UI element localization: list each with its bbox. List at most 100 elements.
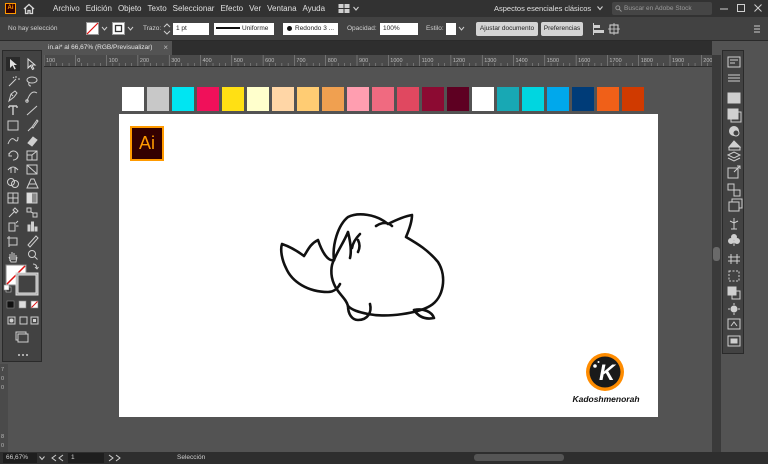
- magic-wand-tool-icon[interactable]: [8, 76, 20, 87]
- palette-swatch[interactable]: [522, 87, 544, 111]
- slice-tool-icon[interactable]: [27, 235, 39, 248]
- zoom-field[interactable]: 66,67%: [3, 453, 37, 463]
- fill-color-icon[interactable]: [86, 22, 99, 35]
- palette-swatch[interactable]: [147, 87, 169, 111]
- arrange-documents-icon[interactable]: [337, 2, 351, 15]
- menu-ventana[interactable]: Ventana: [267, 0, 301, 17]
- selection-tool-icon[interactable]: [6, 57, 20, 71]
- stepper-icon[interactable]: [162, 22, 172, 36]
- gradient-tool-icon[interactable]: [26, 192, 38, 204]
- edit-toolbar-icon[interactable]: [18, 354, 28, 356]
- swap-fill-stroke-icon[interactable]: [32, 263, 39, 270]
- palette-swatch[interactable]: [572, 87, 594, 111]
- palette-swatch[interactable]: [547, 87, 569, 111]
- palette-swatch[interactable]: [297, 87, 319, 111]
- palette-swatch[interactable]: [272, 87, 294, 111]
- export-panel-icon[interactable]: [727, 165, 741, 179]
- width-tool-icon[interactable]: [7, 166, 19, 173]
- pen-tool-icon[interactable]: [8, 90, 18, 103]
- scale-tool-icon[interactable]: [26, 150, 38, 161]
- type-tool-icon[interactable]: [8, 105, 18, 115]
- stroke-weight-field[interactable]: 1 pt: [173, 23, 209, 35]
- hand-tool-icon[interactable]: [8, 252, 18, 263]
- stroke-color-icon[interactable]: [112, 22, 125, 35]
- artboard-number-field[interactable]: 1: [68, 453, 104, 463]
- transform-panel-icon[interactable]: [607, 22, 621, 36]
- default-fill-stroke-icon[interactable]: [3, 284, 12, 293]
- swatches-panel-icon[interactable]: [727, 108, 742, 123]
- rotate-tool-icon[interactable]: [8, 150, 19, 161]
- menu-archivo[interactable]: Archivo: [53, 0, 85, 17]
- align-panel-icon[interactable]: [592, 22, 606, 36]
- workspace-switcher[interactable]: Aspectos esenciales clásicos: [494, 2, 592, 15]
- shaper-tool-icon[interactable]: [7, 136, 19, 145]
- artboard-navigation-prev-icon[interactable]: [50, 454, 66, 462]
- artboard-tool-icon[interactable]: [7, 236, 18, 247]
- cat-sketch-drawing[interactable]: [278, 210, 448, 330]
- stroke-profile-select[interactable]: Uniforme: [214, 23, 274, 35]
- menu-ver[interactable]: Ver: [249, 0, 266, 17]
- rectangle-tool-icon[interactable]: [7, 120, 19, 131]
- perspective-grid-tool-icon[interactable]: [26, 178, 39, 189]
- shape-builder-tool-icon[interactable]: [7, 178, 19, 188]
- horizontal-scrollbar-thumb[interactable]: [474, 454, 564, 461]
- palette-swatch[interactable]: [322, 87, 344, 111]
- asset-export-icon[interactable]: [728, 198, 743, 212]
- brush-select[interactable]: Redondo 3 ...: [283, 23, 338, 35]
- draw-inside-icon[interactable]: [19, 316, 28, 325]
- libraries-panel-icon[interactable]: [728, 74, 740, 82]
- workspace-switcher-icon[interactable]: [596, 4, 604, 12]
- palette-swatch[interactable]: [447, 87, 469, 111]
- appearance-panel-icon[interactable]: [728, 303, 740, 315]
- palette-swatch[interactable]: [222, 87, 244, 111]
- menu-efecto[interactable]: Efecto: [220, 0, 248, 17]
- chevron-down-icon[interactable]: [127, 22, 134, 35]
- symbols-panel-icon[interactable]: [727, 140, 742, 151]
- column-graph-tool-icon[interactable]: [27, 221, 38, 232]
- preferences-button[interactable]: Preferencias: [541, 22, 583, 36]
- menu-texto[interactable]: Texto: [148, 0, 172, 17]
- adjust-document-button[interactable]: Ajustar documento: [476, 22, 538, 36]
- curvature-tool-icon[interactable]: [25, 91, 38, 103]
- palette-swatch[interactable]: [497, 87, 519, 111]
- palette-swatch[interactable]: [422, 87, 444, 111]
- eraser-tool-icon[interactable]: [27, 136, 38, 147]
- menu-seleccionar[interactable]: Seleccionar: [173, 0, 220, 17]
- panel-menu-icon[interactable]: [752, 22, 762, 36]
- maximize-icon[interactable]: [733, 2, 749, 15]
- graphic-styles-icon[interactable]: [727, 318, 741, 330]
- palette-swatch[interactable]: [372, 87, 394, 111]
- zoom-tool-icon[interactable]: [28, 250, 38, 260]
- palette-swatch[interactable]: [347, 87, 369, 111]
- transform-panel-icon[interactable]: [728, 270, 740, 282]
- blend-tool-icon[interactable]: [26, 207, 38, 218]
- palette-swatch[interactable]: [472, 87, 494, 111]
- vertical-scrollbar[interactable]: [712, 55, 721, 452]
- palette-swatch[interactable]: [122, 87, 144, 111]
- palette-swatch[interactable]: [172, 87, 194, 111]
- align-panel-icon[interactable]: [728, 254, 740, 264]
- palette-swatch[interactable]: [397, 87, 419, 111]
- palette-swatch[interactable]: [197, 87, 219, 111]
- palette-swatch[interactable]: [622, 87, 644, 111]
- menu-edicion[interactable]: Edición: [86, 0, 117, 17]
- chevron-down-icon[interactable]: [101, 22, 108, 35]
- close-icon[interactable]: ×: [163, 41, 168, 55]
- chevron-down-icon[interactable]: [458, 22, 465, 35]
- color-panel-icon[interactable]: [727, 92, 741, 104]
- puppet-icon[interactable]: [729, 218, 739, 230]
- lasso-tool-icon[interactable]: [26, 76, 38, 87]
- symbol-sprayer-tool-icon[interactable]: [8, 220, 19, 232]
- palette-swatch[interactable]: [597, 87, 619, 111]
- menu-ayuda[interactable]: Ayuda: [303, 0, 331, 17]
- minimize-icon[interactable]: [716, 2, 732, 15]
- free-transform-tool-icon[interactable]: [26, 164, 38, 175]
- properties-panel-icon[interactable]: [727, 56, 741, 68]
- close-icon[interactable]: [750, 2, 766, 15]
- pathfinder-panel-icon[interactable]: [727, 286, 741, 300]
- drawing-mode-icon[interactable]: [7, 316, 16, 325]
- brushes-panel-icon[interactable]: [729, 126, 740, 137]
- screen-mode-icon[interactable]: [15, 331, 29, 343]
- draw-behind-icon[interactable]: [30, 316, 39, 325]
- home-icon[interactable]: [22, 2, 36, 15]
